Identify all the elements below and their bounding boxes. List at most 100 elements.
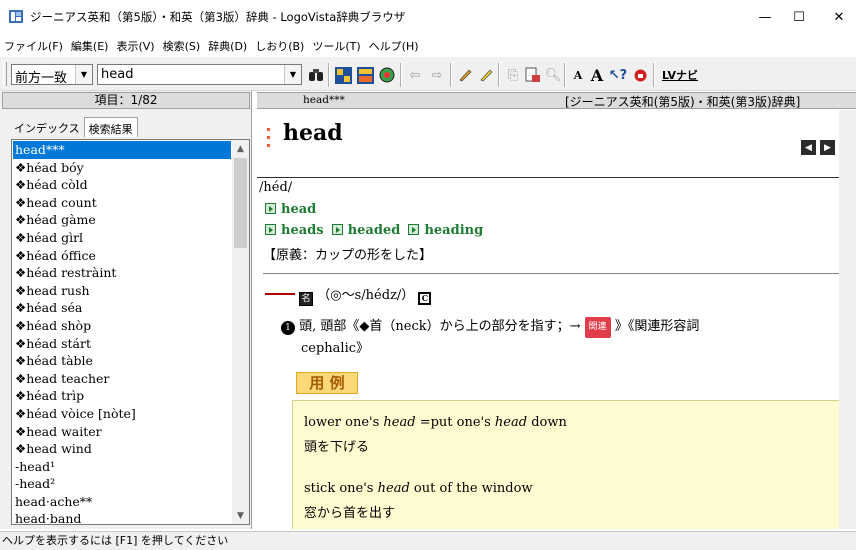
item-count-header: 項目：1/82 [2,92,250,109]
toolbar-grip[interactable] [3,62,7,86]
list-item[interactable]: ❖head waiter [13,423,231,441]
app-icon [9,10,23,23]
list-item[interactable]: ❖héad gàme [13,211,231,229]
title-bar: ジーニアス英和（第5版）・和英（第3版）辞典 - LogoVista辞典ブラウザ… [0,0,856,34]
scroll-thumb[interactable] [234,158,247,248]
lv-navi-button[interactable]: LVナビ [660,66,700,84]
conjugation-link[interactable]: heading [424,223,483,238]
dictionary-select-icon[interactable] [334,66,352,84]
search-results-list[interactable]: head*** ❖héad bóy ❖héad còld ❖head count… [11,139,250,525]
list-item[interactable]: ❖héad stárt [13,335,231,353]
list-item[interactable]: ❖héad trìp [13,387,231,405]
zoom-icon[interactable]: 🔍︎ [544,66,562,84]
binoculars-icon[interactable] [307,66,325,84]
menu-dictionary[interactable]: 辞典(D) [208,38,247,54]
menu-view[interactable]: 表示(V) [116,38,154,54]
pronunciation: /héd/ [259,180,293,195]
entry-header: head*** [ジーニアス英和(第5版)・和英(第3版)辞典] [257,92,856,109]
play-icon[interactable] [265,224,276,235]
decorative-dots [267,128,270,152]
next-entry-icon[interactable]: ▶ [820,140,835,155]
toolbar-separator [328,63,330,87]
play-icon[interactable] [408,224,420,235]
menu-bar: ファイル(F) 編集(E) 表示(V) 検索(S) 辞典(D) しおり(B) ツ… [0,36,856,56]
list-item[interactable]: ❖héad shòp [13,317,231,335]
list-item[interactable]: -head¹ [13,458,231,476]
toolbar-separator [564,63,566,87]
list-item[interactable]: ❖héad séa [13,299,231,317]
scroll-down-icon[interactable]: ▼ [232,507,249,524]
list-item[interactable]: ❖héad còld [13,176,231,194]
toolbar-separator [450,63,452,87]
entry-content: head ◀ ▶ /héd/ head heads headed heading… [257,110,856,529]
list-item[interactable]: ❖héad vòice [nòte] [13,405,231,423]
font-smaller-icon[interactable]: A [569,66,587,84]
dictionary-list-icon[interactable] [356,66,374,84]
list-item[interactable]: ❖héad tàble [13,352,231,370]
conjugation-link[interactable]: head [281,202,316,217]
menu-tools[interactable]: ツール(T) [312,38,360,54]
font-larger-icon[interactable]: A [588,66,606,85]
search-input[interactable]: head ▼ [97,64,302,85]
list-item[interactable]: ❖héad gìrl [13,229,231,247]
chevron-down-icon[interactable]: ▼ [75,65,92,84]
conjugation-link[interactable]: heads [281,223,324,238]
tab-search-results[interactable]: 検索結果 [83,117,138,137]
red-dash [265,293,295,295]
list-item[interactable]: ❖head teacher [13,370,231,388]
list-item[interactable]: head*** [13,141,231,159]
sense-text-3: cephalic》 [301,341,370,356]
copy-icon[interactable]: ⎘ [504,66,522,84]
menu-file[interactable]: ファイル(F) [4,38,63,54]
list-item[interactable]: head·ache** [13,493,231,511]
example-2-japanese: 窓から首を出す [304,506,396,521]
list-item[interactable]: ❖head rush [13,282,231,300]
search-mode-value: 前方一致 [15,71,68,86]
list-item[interactable]: head·band [13,510,231,524]
menu-help[interactable]: ヘルプ(H) [369,38,419,54]
play-icon[interactable] [331,224,343,235]
list-item[interactable]: ❖head wind [13,440,231,458]
related-link-button[interactable]: 関連 [584,317,611,338]
marker-icon[interactable] [477,66,495,84]
previous-entry-icon[interactable]: ◀ [801,140,816,155]
menu-search[interactable]: 検索(S) [163,38,201,54]
chevron-down-icon[interactable]: ▼ [284,65,301,84]
examples-box: lower one's head =put one's head down 頭を… [292,400,840,529]
pen-icon[interactable] [456,66,474,84]
menu-bookmark[interactable]: しおり(B) [255,38,304,54]
stop-icon[interactable] [631,66,649,84]
toolbar-separator [653,63,655,87]
pane-tabs: インデックス 検索結果 [10,117,138,137]
conjugation-link[interactable]: headed [348,223,401,238]
tab-index[interactable]: インデックス [10,117,84,137]
pos-noun-badge: 名 [299,292,314,306]
etymology: 【原義：カップの形をした】 [263,248,433,263]
list-item[interactable]: ❖héad óffice [13,247,231,265]
scroll-up-icon[interactable]: ▲ [232,140,249,157]
toolbar: 前方一致 ▼ head ▼ ⇦ ⇨ ⎘ 🔍︎ A A ↖? LVナビ [0,57,856,91]
list-item[interactable]: ❖head count [13,194,231,212]
divider [257,177,839,178]
list-item[interactable]: ❖héad restràint [13,264,231,282]
results-scrollbar[interactable]: ▲ ▼ [232,140,249,524]
back-arrow-icon[interactable]: ⇦ [406,66,424,84]
globe-icon[interactable] [378,66,396,84]
search-mode-select[interactable]: 前方一致 ▼ [11,64,93,86]
play-icon[interactable] [265,203,276,214]
conjugation-line-1: head [265,202,316,217]
help-pointer-icon[interactable]: ↖? [609,66,627,84]
list-item[interactable]: ❖héad bóy [13,159,231,177]
list-item[interactable]: -head² [13,475,231,493]
toolbar-separator [400,63,402,87]
search-input-value: head [101,67,134,82]
plural-form: （◎～s/hédz/） [317,288,415,303]
close-button[interactable]: ✕ [816,0,856,34]
menu-edit[interactable]: 編集(E) [71,38,109,54]
entry-scrollbar[interactable] [839,110,856,529]
divider [263,273,839,274]
window-title: ジーニアス英和（第5版）・和英（第3版）辞典 - LogoVista辞典ブラウザ [30,10,406,24]
print-preview-icon[interactable] [524,66,542,84]
forward-arrow-icon[interactable]: ⇨ [428,66,446,84]
sense-1: 1 頭, 頭部《◆首（neck）から上の部分を指す；→ 関連 》《関連形容詞 c… [281,316,826,359]
